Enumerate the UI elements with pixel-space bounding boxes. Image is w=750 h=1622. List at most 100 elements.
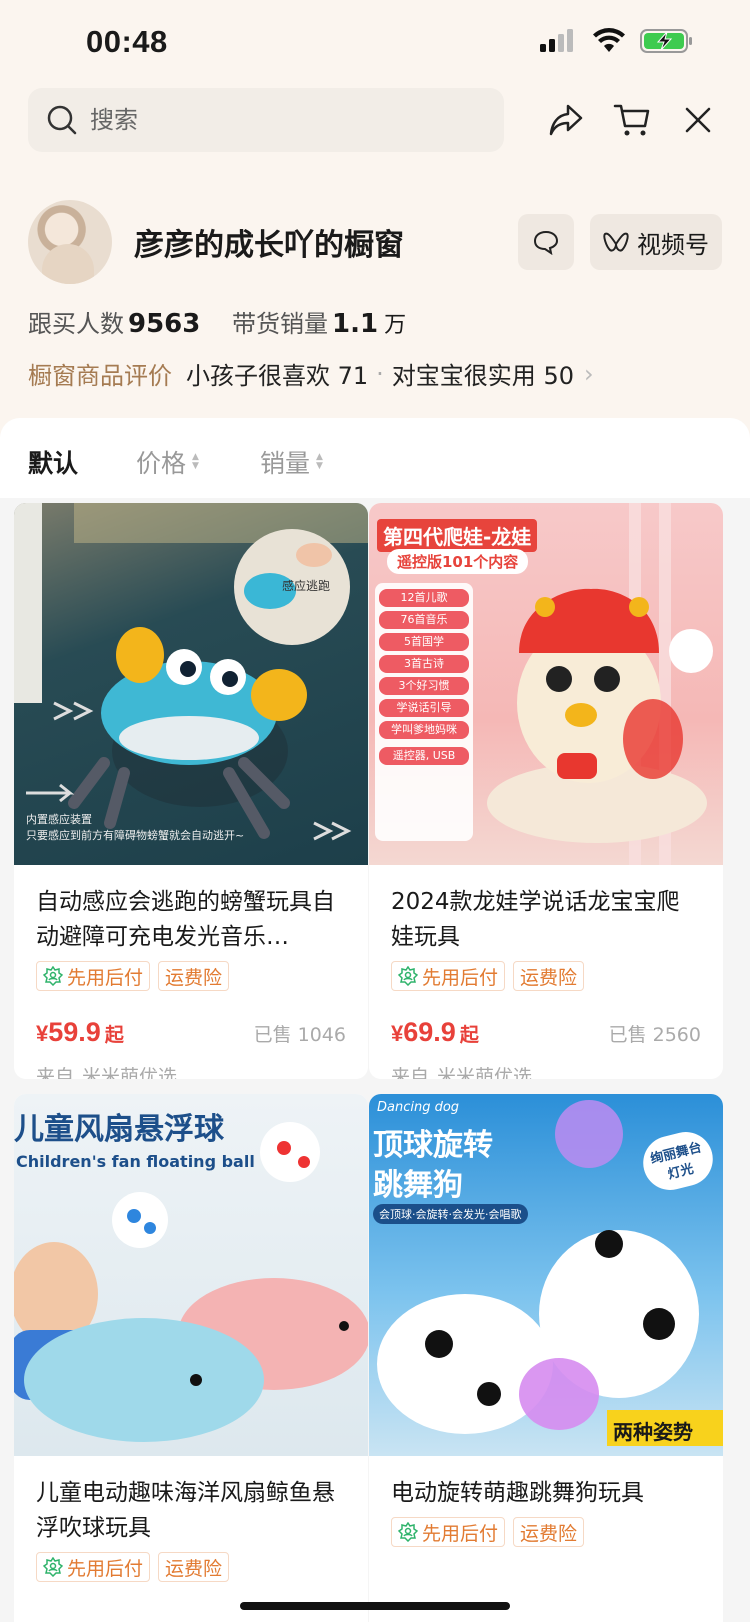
product-card[interactable]: 感应逃跑 内置感应装置 只要感应到前方有障碍物螃蟹就会自动逃开~ 自动感应会逃跑… (14, 503, 368, 1079)
product-source: 来自 米米萌优选 (391, 1062, 701, 1079)
separator-dot: · (376, 359, 384, 388)
cellular-signal-icon (540, 29, 573, 52)
sort-sales[interactable]: 销量 ▲ ▼ (260, 444, 323, 480)
shipping-insurance-tag: 运费险 (158, 961, 230, 991)
currency-symbol: ¥ (391, 1021, 404, 1046)
battery-charging-icon (640, 29, 692, 53)
product-source: 来自 米米萌优选 (36, 1062, 346, 1079)
image-caption: 跳舞狗 (373, 1168, 463, 1203)
feature-item: 学说话引导 (379, 699, 469, 717)
cart-button[interactable] (608, 96, 656, 144)
feature-item: 76首音乐 (379, 611, 469, 629)
chat-button[interactable] (518, 214, 574, 270)
shipping-insurance-tag: 运费险 (158, 1552, 230, 1582)
video-channel-label: 视频号 (637, 230, 709, 259)
product-title: 自动感应会逃跑的螃蟹玩具自动避障可充电发光音乐… (36, 889, 335, 950)
sales-label: 带货销量 (232, 310, 329, 338)
shipping-insurance-tag: 运费险 (513, 1517, 585, 1547)
feature-list: 12首儿歌 76首音乐 5首国学 3首古诗 3个好习惯 学说话引导 学叫爹地妈咪… (379, 589, 469, 765)
status-bar: 00:48 (0, 0, 750, 88)
image-caption: 顶球旋转 (373, 1128, 493, 1163)
sort-price[interactable]: 价格 ▲ ▼ (136, 444, 199, 480)
sort-arrows-icon: ▲ ▼ (316, 452, 323, 471)
pay-later-tag: 先用后付 (391, 961, 506, 991)
image-caption: 会顶球·会旋转·会发光·会唱歌 (373, 1204, 528, 1224)
wifi-icon (593, 28, 625, 52)
image-caption: 只要感应到前方有障碍物螃蟹就会自动逃开~ (26, 829, 245, 842)
image-caption: 感应逃跑 (282, 579, 331, 593)
product-card[interactable]: 儿童风扇悬浮球 Children's fan floating ball 儿童电… (14, 1094, 368, 1622)
pay-later-tag: 先用后付 (36, 1552, 151, 1582)
share-button[interactable] (542, 96, 590, 144)
search-icon (47, 105, 77, 135)
search-input[interactable] (90, 106, 470, 134)
video-channel-button[interactable]: 视频号 (590, 214, 722, 270)
pay-later-label: 先用后付 (422, 1522, 499, 1545)
product-title: 儿童电动趣味海洋风扇鲸鱼悬浮吹球玩具 (36, 1480, 335, 1541)
product-card[interactable]: 第四代爬娃-龙娃 遥控版101个内容 12首儿歌 76首音乐 5首国学 3首古诗… (369, 503, 723, 1079)
review-tag: 小孩子很喜欢 71 (186, 362, 369, 390)
close-button[interactable] (674, 96, 722, 144)
sort-sales-label: 销量 (260, 449, 311, 478)
product-price: ¥69.9 起 (391, 1017, 479, 1048)
image-caption: 遥控版101个内容 (387, 549, 529, 574)
pay-later-tag: 先用后付 (36, 961, 151, 991)
sort-bar: 默认 价格 ▲ ▼ 销量 ▲ ▼ (0, 418, 750, 498)
sort-default-label: 默认 (28, 449, 79, 478)
video-channel-icon (603, 232, 629, 252)
sort-default[interactable]: 默认 (28, 444, 78, 480)
sold-count: 已售 2560 (608, 1024, 701, 1046)
avatar[interactable] (28, 200, 112, 284)
pay-later-icon (398, 966, 418, 986)
cart-icon (613, 104, 650, 136)
review-summary[interactable]: 橱窗商品评价 小孩子很喜欢 71 · 对宝宝很实用 50 › (28, 356, 594, 391)
sales-unit: 万 (384, 313, 407, 338)
image-caption: 两种姿势 (613, 1420, 693, 1444)
product-image-dancing-dog[interactable]: Dancing dog 顶球旋转 跳舞狗 会顶球·会旋转·会发光·会唱歌 两种姿… (369, 1094, 723, 1456)
image-caption: Children's fan floating ball (16, 1152, 255, 1171)
review-tag: 对宝宝很实用 50 (391, 362, 574, 390)
pay-later-label: 先用后付 (67, 966, 144, 989)
feature-item: 学叫爹地妈咪 (379, 721, 469, 739)
pay-later-label: 先用后付 (67, 1557, 144, 1580)
sales-value: 1.1 (332, 309, 379, 339)
product-image-crab[interactable]: 感应逃跑 内置感应装置 只要感应到前方有障碍物螃蟹就会自动逃开~ (14, 503, 368, 865)
home-indicator[interactable] (240, 1602, 510, 1610)
sort-price-label: 价格 (136, 449, 187, 478)
from-label: 来自 (36, 1066, 75, 1079)
chat-bubble-icon (533, 230, 559, 255)
share-icon (549, 104, 583, 136)
followers-label: 跟买人数 (28, 310, 124, 338)
pay-later-icon (398, 1522, 418, 1542)
feature-item: 3个好习惯 (379, 677, 469, 695)
currency-symbol: ¥ (36, 1021, 49, 1046)
source-shop: 米米萌优选 (82, 1066, 178, 1079)
feature-item: 3首古诗 (379, 655, 469, 673)
price-value: 59.9 (48, 1017, 101, 1047)
image-caption: Dancing dog (377, 1100, 460, 1115)
price-value: 69.9 (403, 1017, 456, 1047)
sold-count: 已售 1046 (253, 1024, 346, 1046)
image-caption: 内置感应装置 (26, 813, 92, 826)
feature-item: 遥控器, USB (379, 747, 469, 765)
image-caption: 儿童风扇悬浮球 (14, 1112, 224, 1147)
from-label: 来自 (391, 1066, 430, 1079)
chevron-right-icon: › (583, 359, 594, 388)
product-image-whale-fan[interactable]: 儿童风扇悬浮球 Children's fan floating ball (14, 1094, 368, 1456)
search-box[interactable] (28, 88, 504, 152)
product-card[interactable]: Dancing dog 顶球旋转 跳舞狗 会顶球·会旋转·会发光·会唱歌 两种姿… (369, 1094, 723, 1622)
product-section: 默认 价格 ▲ ▼ 销量 ▲ ▼ 感应逃跑 内置感应装置 只要感应到前方有障碍物… (0, 418, 750, 1622)
source-shop: 米米萌优选 (437, 1066, 533, 1079)
shipping-insurance-tag: 运费险 (513, 961, 585, 991)
status-icons (540, 28, 694, 54)
sort-arrows-icon: ▲ ▼ (192, 452, 199, 471)
pay-later-icon (43, 1557, 63, 1577)
product-image-dragon-doll[interactable]: 第四代爬娃-龙娃 遥控版101个内容 12首儿歌 76首音乐 5首国学 3首古诗… (369, 503, 723, 865)
shop-stats: 跟买人数 9563 带货销量 1.1 万 (28, 304, 406, 339)
top-bar (28, 88, 722, 152)
price-suffix: 起 (104, 1025, 124, 1046)
feature-item: 5首国学 (379, 633, 469, 651)
status-time: 00:48 (86, 24, 168, 59)
shop-profile: 彦彦的成长吖的橱窗 视频号 (28, 200, 722, 286)
feature-item: 12首儿歌 (379, 589, 469, 607)
